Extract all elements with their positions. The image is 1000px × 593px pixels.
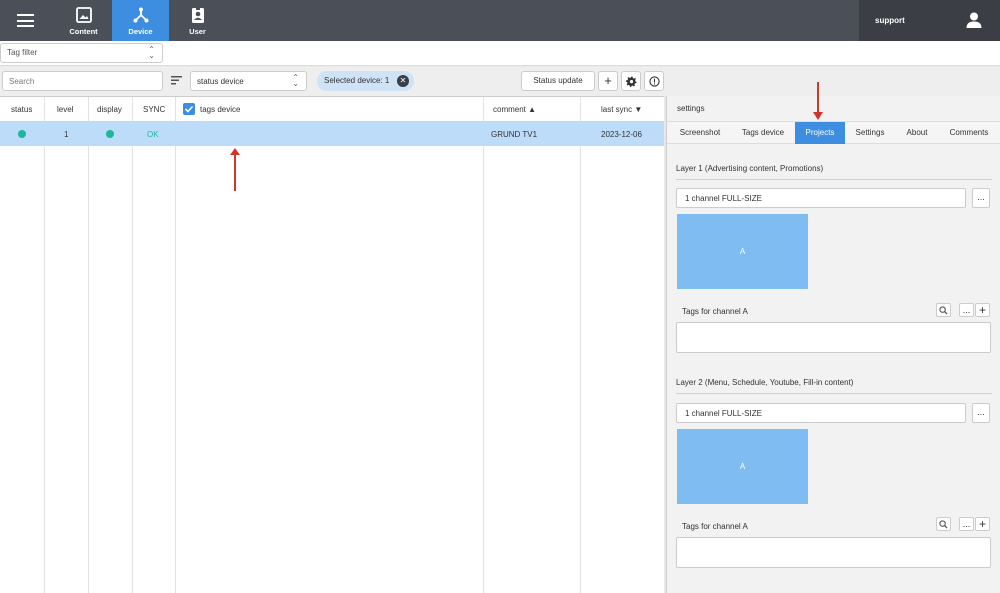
top-navigation-bar: Content Device User support: [0, 0, 1000, 41]
layer-1-more-button[interactable]: ...: [972, 188, 990, 208]
nav-tab-content[interactable]: Content: [55, 0, 112, 41]
status-update-button[interactable]: Status update: [521, 71, 595, 91]
column-divider: [483, 97, 484, 593]
column-divider: [580, 97, 581, 593]
header-sync[interactable]: SYNC: [143, 97, 165, 121]
column-divider: [132, 97, 133, 593]
tag-filter-label: Tag filter: [7, 48, 38, 57]
status-dot: [18, 130, 26, 138]
level-cell: 1: [64, 130, 69, 139]
username: support: [875, 16, 905, 25]
layer-2-tags-label: Tags for channel A: [682, 522, 748, 531]
tab-projects[interactable]: Projects: [795, 122, 845, 144]
search-input[interactable]: [2, 71, 163, 91]
check-icon: [184, 105, 194, 113]
image-icon: [75, 7, 92, 23]
layer-2-tags-input[interactable]: [676, 537, 991, 568]
table-row[interactable]: 1 OK GRUND TV1 2023-12-06: [0, 121, 664, 146]
header-display[interactable]: display: [97, 97, 122, 121]
layer-1-mode-select[interactable]: 1 channel FULL-SIZE: [676, 188, 966, 208]
sync-cell: OK: [147, 130, 159, 139]
tab-settings[interactable]: Settings: [847, 122, 893, 144]
status-device-label: status device: [197, 77, 244, 86]
panel-title: settings: [677, 104, 705, 113]
header-last-sync[interactable]: last sync ▼: [601, 97, 642, 121]
search-icon: [939, 306, 948, 315]
layer-1-tags-input[interactable]: [676, 322, 991, 353]
updown-chevron-icon: ⌃ ⌄: [292, 73, 299, 88]
layer-1-search-button[interactable]: [936, 303, 951, 317]
status-device-select[interactable]: status device ⌃ ⌄: [190, 71, 307, 91]
layer-2-title: Layer 2 (Menu, Schedule, Youtube, Fill-i…: [676, 378, 854, 387]
tag-filter-select[interactable]: Tag filter ⌃ ⌄: [0, 43, 163, 63]
header-comment[interactable]: comment ▲: [493, 97, 536, 121]
last-sync-cell: 2023-12-06: [601, 130, 642, 139]
selected-device-label: Selected device: 1: [324, 76, 390, 85]
layer-1-add-tag-button[interactable]: +: [975, 303, 990, 317]
settings-panel: settings Screenshot Tags device Projects…: [666, 82, 1000, 593]
toolbar: status device ⌃⌄ Selected device: 1 ✕ St…: [0, 67, 1000, 96]
info-icon: [648, 76, 660, 87]
annotation-arrow-down-icon: [813, 82, 823, 120]
gear-icon: [625, 76, 637, 87]
divider: [676, 393, 992, 394]
select-all-checkbox[interactable]: [183, 103, 195, 115]
layer-2-search-button[interactable]: [936, 517, 951, 531]
layer-2-more-button[interactable]: ...: [972, 403, 990, 423]
divider: [676, 179, 992, 180]
add-button[interactable]: +: [598, 71, 618, 91]
network-icon: [133, 7, 148, 23]
tab-about[interactable]: About: [895, 122, 939, 144]
id-badge-icon: [191, 7, 204, 23]
annotation-arrow-up-icon: [230, 148, 240, 191]
header-level[interactable]: level: [57, 97, 73, 121]
nav-tab-label: Content: [69, 27, 98, 36]
display-dot: [106, 130, 114, 138]
layer-1-title: Layer 1 (Advertising content, Promotions…: [676, 164, 824, 173]
column-divider: [44, 97, 45, 593]
settings-button[interactable]: [621, 71, 641, 91]
person-icon[interactable]: [965, 11, 983, 29]
tab-comments[interactable]: Comments: [941, 122, 997, 144]
nav-tab-label: Device: [128, 27, 153, 36]
header-status[interactable]: status: [11, 97, 32, 121]
selected-device-chip: Selected device: 1 ✕: [317, 71, 414, 91]
comment-cell: GRUND TV1: [491, 130, 538, 139]
sort-icon[interactable]: [171, 76, 182, 85]
user-menu[interactable]: support: [859, 0, 1000, 41]
nav-tab-device[interactable]: Device: [112, 0, 169, 41]
layer-1-tags-label: Tags for channel A: [682, 307, 748, 316]
device-table: status level display SYNC tags device co…: [0, 96, 664, 593]
layer-1-channel-a[interactable]: A: [677, 214, 808, 289]
updown-chevron-icon: ⌃ ⌄: [148, 45, 155, 60]
tab-screenshot[interactable]: Screenshot: [667, 122, 733, 144]
layer-2-add-tag-button[interactable]: +: [975, 517, 990, 531]
layer-2-channel-a[interactable]: A: [677, 429, 808, 504]
column-divider: [88, 97, 89, 593]
close-icon[interactable]: ✕: [397, 75, 409, 87]
tab-tags-device[interactable]: Tags device: [733, 122, 793, 144]
layer-2-tags-more-button[interactable]: ...: [959, 517, 974, 531]
tag-filter-row: Tag filter ⌃ ⌄: [0, 41, 1000, 66]
nav-tab-label: User: [189, 27, 206, 36]
layer-1-tags-more-button[interactable]: ...: [959, 303, 974, 317]
menu-icon[interactable]: [17, 14, 34, 27]
header-tags-device[interactable]: tags device: [200, 97, 240, 121]
info-button[interactable]: [644, 71, 664, 91]
column-divider: [175, 97, 176, 593]
search-icon: [939, 520, 948, 529]
nav-tab-user[interactable]: User: [169, 0, 226, 41]
panel-tabs: Screenshot Tags device Projects Settings…: [667, 121, 1000, 144]
layer-2-mode-select[interactable]: 1 channel FULL-SIZE: [676, 403, 966, 423]
